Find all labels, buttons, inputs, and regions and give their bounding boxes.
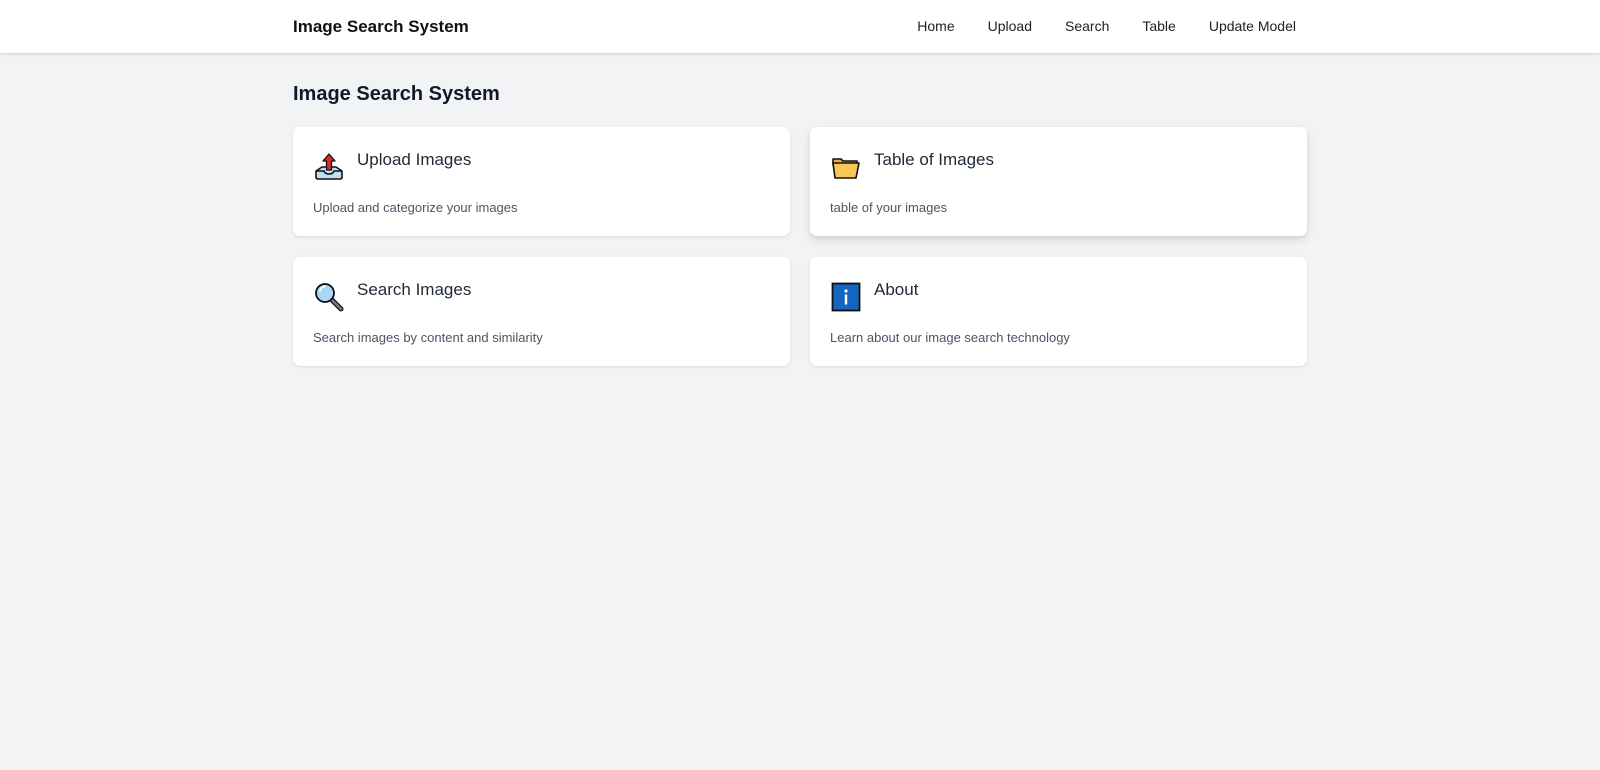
card-description: Upload and categorize your images	[313, 200, 518, 215]
nav-link-upload[interactable]: Upload	[988, 18, 1032, 34]
nav-link-update-model[interactable]: Update Model	[1209, 18, 1296, 34]
folder-icon	[830, 151, 862, 183]
card-title: About	[874, 280, 919, 299]
card-about[interactable]: About Learn about our image search techn…	[810, 257, 1307, 366]
card-description: Search images by content and similarity	[313, 330, 543, 345]
card-upload-images[interactable]: Upload Images Upload and categorize your…	[293, 127, 790, 236]
top-navbar: Image Search System Home Upload Search T…	[0, 0, 1600, 53]
card-table-of-images[interactable]: Table of Images table of your images	[810, 127, 1307, 236]
card-title: Table of Images	[874, 150, 995, 169]
info-icon	[830, 281, 862, 313]
page-title: Image Search System	[293, 83, 500, 105]
card-title: Upload Images	[357, 150, 472, 169]
brand-title[interactable]: Image Search System	[293, 17, 469, 37]
upload-tray-icon	[313, 151, 345, 183]
nav-links: Home Upload Search Table Update Model	[884, 18, 1296, 34]
nav-link-home[interactable]: Home	[917, 18, 954, 34]
card-description: table of your images	[830, 200, 948, 215]
magnifier-icon	[313, 281, 345, 313]
nav-link-table[interactable]: Table	[1142, 18, 1175, 34]
card-title: Search Images	[357, 280, 472, 299]
nav-link-search[interactable]: Search	[1065, 18, 1109, 34]
card-search-images[interactable]: Search Images Search images by content a…	[293, 257, 790, 366]
card-description: Learn about our image search technology	[830, 330, 1070, 345]
